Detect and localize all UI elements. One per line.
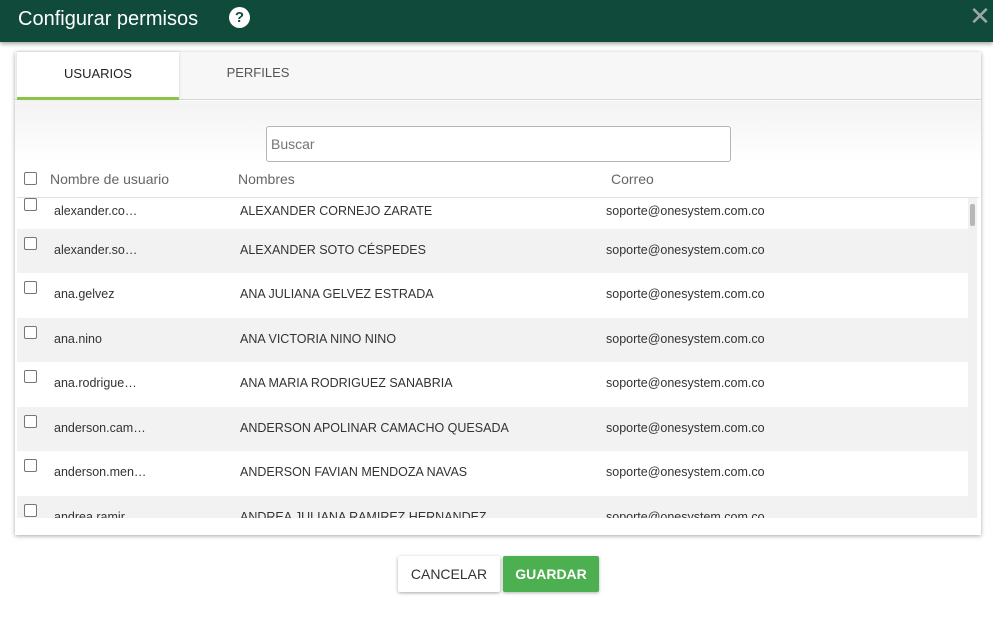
cell-email: soporte@onesystem.com.co [606,376,765,390]
tab-perfiles[interactable]: PERFILES [179,52,337,100]
table-row[interactable]: alexander.so… ALEXANDER SOTO CÉSPEDES sopo… [17,228,969,273]
row-checkbox[interactable] [24,459,37,472]
column-header-username[interactable]: Nombre de usuario [50,171,169,187]
cell-names: ALEXANDER CORNEJO ZARATE [240,204,433,218]
table-row[interactable]: anderson.men… ANDERSON FAVIAN MENDOZA NAV… [17,451,969,496]
row-checkbox[interactable] [24,370,37,383]
cell-names: ANDERSON FAVIAN MENDOZA NAVAS [240,465,468,479]
cell-username: ana.nino [54,331,102,346]
row-checkbox[interactable] [24,503,37,517]
row-checkbox[interactable] [24,198,37,211]
users-tab-content: Nombre de usuario Nombres Correo alexand… [15,101,981,535]
permissions-panel: USUARIOS PERFILES Nombre de usuario Nomb… [15,52,981,535]
users-table-body: alexander.co… ALEXANDER CORNEJO ZARATE sop… [17,198,979,518]
question-circle-icon[interactable]: ? [229,7,250,28]
scrollbar-thumb[interactable] [970,204,975,226]
cancel-button[interactable]: CANCELAR [398,556,500,592]
permissions-dialog: Configurar permisos ? ✕ USUARIOS PERFILE… [0,0,993,628]
cell-email: soporte@onesystem.com.co [606,287,765,301]
cell-email: soporte@onesystem.com.co [606,331,765,346]
cell-email: soporte@onesystem.com.co [606,204,765,218]
column-header-names[interactable]: Nombres [238,171,295,187]
table-scrollbar[interactable] [968,198,977,518]
cell-email: soporte@onesystem.com.co [606,420,765,435]
tab-usuarios[interactable]: USUARIOS [17,52,179,100]
cell-names: ANA JULIANA GELVEZ ESTRADA [240,287,434,301]
tab-bar: USUARIOS PERFILES [15,52,981,100]
cell-names: ANA VICTORIA NINO NINO [240,331,397,346]
dialog-title: Configurar permisos [18,8,199,30]
cell-names: ALEXANDER SOTO CÉSPEDES [240,242,426,257]
cell-username: anderson.men… [54,465,147,479]
row-checkbox[interactable] [24,236,37,250]
row-checkbox[interactable] [24,414,37,428]
close-icon[interactable]: ✕ [968,3,992,29]
cell-email: soporte@onesystem.com.co [606,465,765,479]
cell-username: ana.gelvez [54,287,115,301]
table-row[interactable]: andrea.ramir… ANDREA JULIANA RAMIREZ HERN… [17,495,969,519]
table-row[interactable]: ana.gelvez ANA JULIANA GELVEZ ESTRADA sopo… [17,273,969,318]
cell-username: ana.rodrigue… [54,376,137,390]
dialog-header: Configurar permisos ? ✕ [0,0,993,42]
table-row[interactable]: alexander.co… ALEXANDER CORNEJO ZARATE sop… [17,198,969,229]
table-header: Nombre de usuario Nombres Correo [17,162,979,198]
cell-username: alexander.so… [54,242,138,257]
search-input[interactable] [266,126,731,162]
cell-names: ANDERSON APOLINAR CAMACHO QUESADA [240,420,509,435]
select-all-checkbox[interactable] [24,172,37,185]
save-button[interactable]: GUARDAR [503,556,599,592]
table-row[interactable]: anderson.cam… ANDERSON APOLINAR CAMACHO Q… [17,406,969,451]
cell-username: anderson.cam… [54,420,146,435]
row-checkbox[interactable] [24,325,37,339]
cell-username: alexander.co… [54,204,138,218]
cell-names: ANDREA JULIANA RAMIREZ HERNANDEZ [240,509,487,519]
cell-names: ANA MARIA RODRIGUEZ SANABRIA [240,376,453,390]
cell-email: soporte@onesystem.com.co [606,242,765,257]
table-row[interactable]: ana.nino ANA VICTORIA NINO NINO soporte@on… [17,317,969,362]
cell-email: soporte@onesystem.com.co [606,509,765,519]
row-checkbox[interactable] [24,281,37,294]
column-header-email[interactable]: Correo [611,171,654,187]
table-row[interactable]: ana.rodrigue… ANA MARIA RODRIGUEZ SANABRI… [17,362,969,407]
cell-username: andrea.ramir… [54,509,138,519]
